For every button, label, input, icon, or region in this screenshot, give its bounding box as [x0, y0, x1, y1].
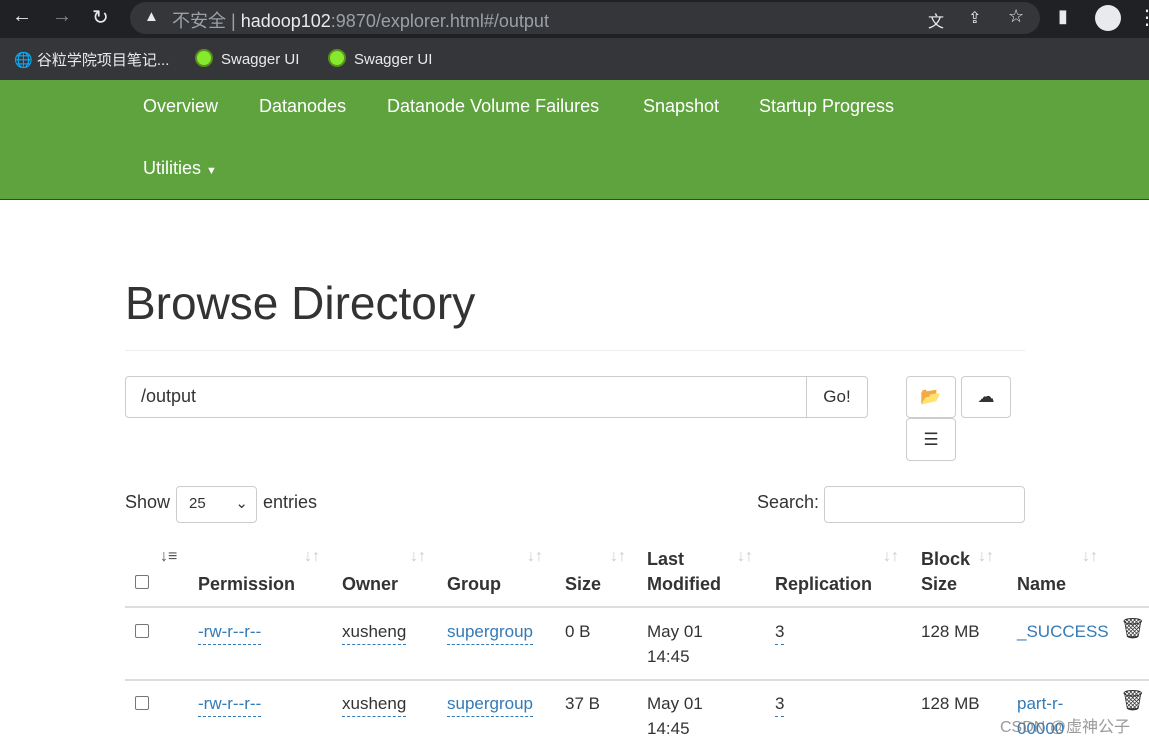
permission-link[interactable]: -rw-r--r-- [198, 619, 262, 645]
sort-icon[interactable]: ↓↑ [410, 548, 426, 566]
show-label: Show [125, 492, 171, 512]
sort-icon[interactable]: ↓≡ [160, 548, 177, 566]
sort-icon[interactable]: ↓↑ [883, 548, 899, 566]
header-last[interactable]: Last [647, 547, 684, 572]
entries-label: entries [263, 492, 318, 512]
sort-icon[interactable]: ↓↑ [304, 548, 320, 566]
bookmark-label: Swagger UI [354, 51, 433, 68]
swagger-icon [328, 49, 346, 67]
sort-icon[interactable]: ↓↑ [1082, 548, 1098, 566]
time-cell: 14:45 [647, 719, 690, 738]
header-permission[interactable]: Permission [198, 572, 295, 597]
create-directory-button[interactable]: 📂 [906, 376, 956, 418]
sort-icon[interactable]: ↓↑ [978, 548, 994, 566]
menu-icon[interactable]: ⋮ [1137, 5, 1149, 30]
sort-icon[interactable]: ↓↑ [527, 548, 543, 566]
globe-icon: 🌐 [14, 52, 33, 69]
bookmark-item[interactable]: 🌐 谷粒学院项目笔记... [14, 49, 169, 70]
cloud-upload-icon: ☁ [977, 387, 995, 406]
caret-down-icon: ▼ [206, 165, 217, 177]
row-checkbox[interactable] [135, 624, 149, 638]
permission-link[interactable]: -rw-r--r-- [198, 691, 262, 717]
row-checkbox[interactable] [135, 696, 149, 710]
entries-value: 25 [189, 495, 206, 512]
go-button[interactable]: Go! [806, 376, 868, 418]
forward-icon[interactable]: → [52, 5, 72, 28]
owner-link[interactable]: xusheng [342, 619, 407, 645]
search-label: Search: [757, 492, 820, 512]
nav-overview[interactable]: Overview [143, 96, 218, 117]
size-cell: 37 B [565, 694, 600, 713]
watermark: CSDN @虚神公子 [1000, 719, 1131, 736]
block-size-cell: 128 MB [921, 694, 980, 713]
search-input[interactable] [824, 486, 1025, 523]
header-replication[interactable]: Replication [775, 572, 872, 597]
nav-utilities[interactable]: Utilities ▼ [143, 158, 217, 179]
swagger-icon [195, 49, 213, 67]
header-size[interactable]: Size [565, 572, 601, 597]
sort-icon[interactable]: ↓↑ [737, 548, 753, 566]
bookmark-label: Swagger UI [221, 51, 300, 68]
chevron-down-icon: ⌄ [235, 495, 248, 512]
folder-open-icon: 📂 [920, 387, 942, 406]
sidepanel-icon[interactable]: ▮ [1058, 6, 1068, 27]
block-size-cell: 128 MB [921, 622, 980, 641]
nav-volume-failures[interactable]: Datanode Volume Failures [387, 96, 599, 117]
size-cell: 0 B [565, 622, 591, 641]
date-cell: May 01 [647, 622, 703, 641]
header-divider [125, 606, 1149, 608]
entries-select[interactable]: 25 ⌄ [176, 486, 257, 523]
owner-link[interactable]: xusheng [342, 691, 407, 717]
nav-startup-progress[interactable]: Startup Progress [759, 96, 894, 117]
bookmarks-bar [0, 38, 1149, 80]
header-block-size[interactable]: Size [921, 572, 957, 597]
list-icon: ☰ [923, 429, 939, 449]
header-group[interactable]: Group [447, 572, 501, 597]
trash-icon[interactable]: 🗑 [1120, 689, 1145, 714]
trash-icon[interactable]: 🗑 [1120, 617, 1145, 642]
url-text[interactable]: 不安全 | hadoop102:9870/explorer.html#/outp… [172, 7, 549, 33]
header-block[interactable]: Block [921, 547, 970, 572]
insecure-label: 不安全 [172, 11, 226, 31]
header-owner[interactable]: Owner [342, 572, 398, 597]
url-host: hadoop102 [240, 11, 331, 31]
star-icon[interactable]: ☆ [1008, 6, 1024, 27]
sort-icon[interactable]: ↓↑ [610, 548, 626, 566]
share-icon[interactable]: ⇪ [968, 8, 981, 28]
nav-snapshot[interactable]: Snapshot [643, 96, 719, 117]
upload-button[interactable]: ☁ [961, 376, 1011, 418]
replication-link[interactable]: 3 [775, 691, 785, 717]
nav-datanodes[interactable]: Datanodes [259, 96, 346, 117]
profile-icon[interactable] [1095, 5, 1121, 31]
path-input[interactable]: /output [125, 376, 808, 418]
select-all-checkbox[interactable] [135, 575, 149, 589]
row-divider [125, 679, 1149, 681]
file-name-link[interactable]: _SUCCESS [1017, 619, 1109, 644]
date-cell: May 01 [647, 694, 703, 713]
utilities-label: Utilities [143, 158, 202, 178]
time-cell: 14:45 [647, 647, 690, 666]
page-title: Browse Directory [125, 277, 476, 329]
header-modified[interactable]: Modified [647, 572, 721, 597]
divider [125, 350, 1025, 351]
cut-paste-button[interactable]: ☰ [906, 418, 956, 461]
replication-link[interactable]: 3 [775, 619, 785, 645]
header-name[interactable]: Name [1017, 572, 1066, 597]
bookmark-item[interactable]: Swagger UI [195, 49, 299, 68]
warning-icon: ▲ [144, 8, 159, 25]
translate-icon[interactable]: 文 [928, 8, 944, 32]
group-link[interactable]: supergroup [447, 619, 534, 645]
reload-icon[interactable]: ↻ [92, 5, 109, 30]
back-icon[interactable]: ← [12, 5, 32, 28]
bookmark-label: 谷粒学院项目笔记... [36, 52, 170, 69]
url-path: :9870/explorer.html#/output [330, 11, 549, 31]
group-link[interactable]: supergroup [447, 691, 534, 717]
bookmark-item[interactable]: Swagger UI [328, 49, 432, 68]
